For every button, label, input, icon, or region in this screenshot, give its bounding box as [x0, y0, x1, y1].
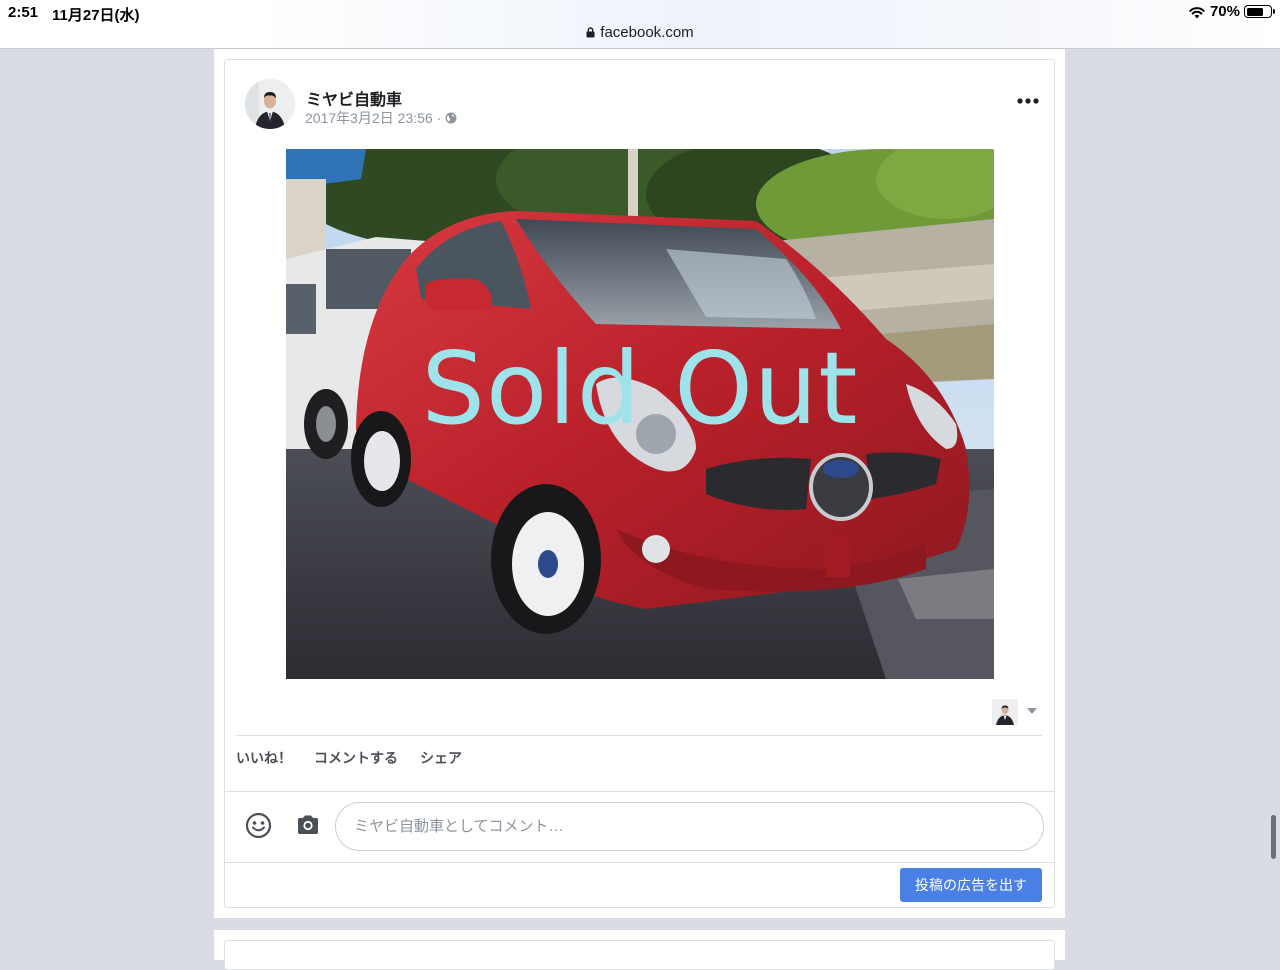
post-photo[interactable]: Sold Out	[286, 149, 994, 679]
status-time: 2:51	[8, 4, 39, 21]
chevron-down-icon[interactable]	[1025, 706, 1039, 716]
meta-separator: ·	[436, 110, 442, 126]
address-bar[interactable]: facebook.com	[0, 24, 1280, 41]
post-meta: 2017年3月2日 23:56 ·	[305, 108, 457, 128]
scroll-indicator[interactable]	[1271, 815, 1276, 859]
actor-avatar[interactable]	[992, 699, 1018, 725]
next-post-card	[224, 940, 1055, 970]
battery-percent: 70%	[1209, 3, 1240, 20]
footer-divider	[225, 862, 1054, 863]
battery-fill	[1246, 7, 1263, 16]
comment-button[interactable]: コメントする	[314, 748, 398, 768]
status-indicators: 70%	[1188, 3, 1275, 20]
like-button[interactable]: いいね！	[236, 748, 292, 768]
post-actions: いいね！ コメントする シェア	[236, 748, 462, 768]
status-date: 11月27日(水)	[52, 7, 140, 24]
sold-out-overlay: Sold Out	[421, 330, 859, 447]
lock-icon	[586, 27, 595, 38]
author-name[interactable]: ミヤビ自動車	[306, 86, 402, 110]
actions-divider	[236, 735, 1042, 736]
comment-divider	[225, 791, 1054, 792]
globe-icon	[445, 112, 457, 124]
camera-icon[interactable]	[296, 814, 320, 836]
url-text: facebook.com	[600, 24, 694, 41]
more-options-icon[interactable]	[1012, 90, 1044, 112]
post-timestamp[interactable]: 2017年3月2日 23:56	[305, 108, 433, 128]
share-button[interactable]: シェア	[420, 748, 462, 768]
boost-post-button[interactable]: 投稿の広告を出す	[900, 868, 1042, 902]
avatar-image	[245, 79, 295, 129]
battery-icon	[1244, 5, 1275, 18]
status-bar: 2:51 11月27日(水) 70% facebook.com	[0, 0, 1280, 49]
comment-input[interactable]	[335, 802, 1044, 851]
author-avatar[interactable]	[245, 79, 295, 129]
actor-avatar-image	[992, 699, 1018, 725]
more-dots	[1017, 98, 1039, 104]
smiley-icon[interactable]	[245, 812, 272, 839]
wifi-icon	[1189, 6, 1205, 18]
